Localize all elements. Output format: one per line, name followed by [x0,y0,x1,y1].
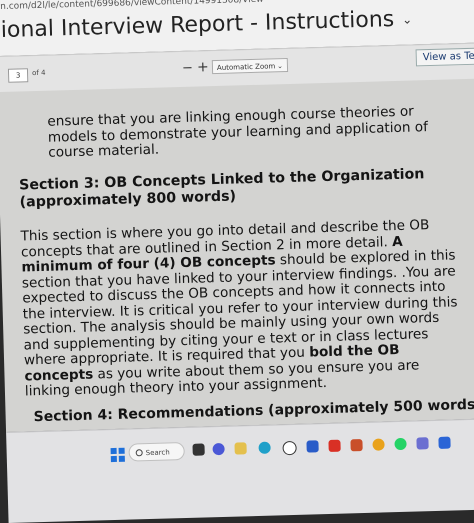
chevron-down-icon: ⌄ [276,62,284,71]
file-explorer-icon[interactable] [234,442,247,455]
search-label: Search [145,448,170,458]
chrome-icon[interactable] [372,438,385,451]
zoom-select-value: Automatic Zoom [216,62,276,72]
taskbar: Search [6,418,474,523]
chat-icon[interactable] [212,442,225,456]
paragraph-intro: ensure that you are linking enough cours… [47,103,429,161]
zoom-select[interactable]: Automatic Zoom ⌄ [211,57,289,75]
document-page: ensure that you are linking enough cours… [0,78,474,432]
zoom-out-button[interactable]: − [182,61,193,76]
whatsapp-icon[interactable] [394,437,407,451]
section-3-heading: Section 3: OB Concepts Linked to the Org… [18,166,425,211]
search-icon [135,449,143,457]
teams-icon[interactable] [416,437,429,450]
page-title-text: ional Interview Report - Instructions [0,7,395,43]
address-bar[interactable]: n.com/d2l/le/content/699686/viewContent/… [0,0,264,12]
dell-icon[interactable] [282,440,297,456]
page-title: ional Interview Report - Instructions ⌄ [1,7,413,43]
edge-icon[interactable] [258,441,271,454]
section-3-body: This section is where you go into detail… [20,217,465,400]
windows-start-icon[interactable] [110,447,125,463]
page-number-input[interactable]: 3 [7,68,29,83]
screen: n.com/d2l/le/content/699686/viewContent/… [0,0,474,523]
taskview-icon[interactable] [192,443,205,456]
office-icon[interactable] [350,439,363,452]
view-as-text-button[interactable]: View as Text [415,47,474,67]
dropbox-icon[interactable] [306,440,319,453]
gmail-icon[interactable] [328,439,341,452]
page-count-label: of 4 [31,68,46,78]
zoom-in-button[interactable]: + [197,59,209,75]
taskbar-search[interactable]: Search [128,442,185,462]
word-icon[interactable] [438,436,451,449]
chevron-down-icon[interactable]: ⌄ [402,13,412,27]
